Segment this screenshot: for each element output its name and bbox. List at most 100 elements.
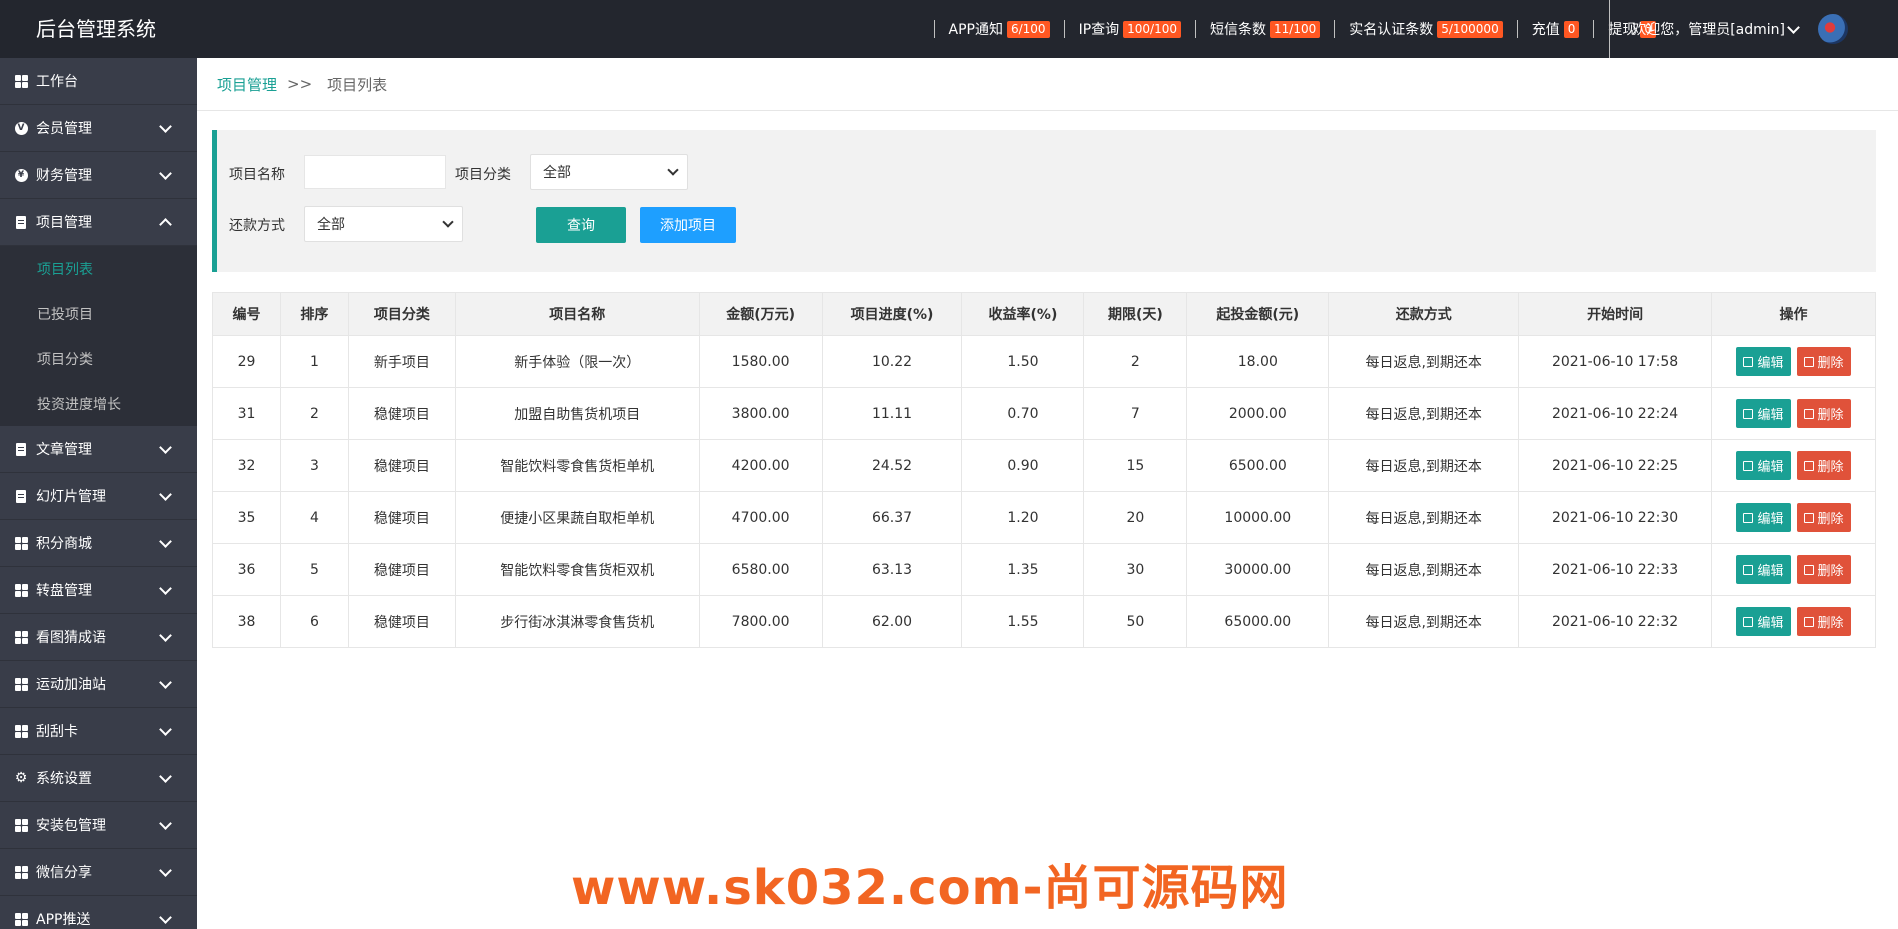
table-cell: 5 <box>279 543 349 596</box>
table-cell: 稳健项目 <box>347 543 456 596</box>
sidebar-item-settings[interactable]: ⚙ 系统设置 <box>0 755 197 802</box>
trash-icon <box>1803 460 1814 471</box>
table-cell: 3800.00 <box>698 387 823 440</box>
breadcrumb-separator: >> <box>287 75 313 93</box>
scratch-card-icon <box>14 724 28 738</box>
table-cell: 3 <box>279 439 349 492</box>
sidebar-subitem-category[interactable]: 项目分类 <box>0 336 197 381</box>
delete-button[interactable]: 删除 <box>1796 555 1851 584</box>
wheel-icon <box>14 583 28 597</box>
table-cell: 2021-06-10 22:30 <box>1518 491 1713 544</box>
slideshow-icon <box>14 489 28 503</box>
stat-sms[interactable]: 短信条数 11/100 <box>1195 20 1334 38</box>
delete-button[interactable]: 删除 <box>1796 451 1851 480</box>
table-cell: 7800.00 <box>698 595 823 648</box>
delete-label: 删除 <box>1817 460 1844 475</box>
column-header: 起投金额(元) <box>1186 292 1330 336</box>
welcome-text: 欢迎您，管理员[admin] <box>1632 22 1785 38</box>
table-cell: 36 <box>212 543 281 596</box>
table-cell: 66.37 <box>821 491 963 544</box>
column-header: 还款方式 <box>1328 292 1520 336</box>
sidebar-item-articles[interactable]: 文章管理 <box>0 426 197 473</box>
column-header: 编号 <box>212 292 281 336</box>
delete-button[interactable]: 删除 <box>1796 503 1851 532</box>
breadcrumb-current: 项目列表 <box>327 75 388 94</box>
sidebar-item-points-mall[interactable]: 积分商城 <box>0 520 197 567</box>
sidebar-item-sport[interactable]: 运动加油站 <box>0 661 197 708</box>
table-cell: 每日返息,到期还本 <box>1328 491 1520 544</box>
table-cell: 稳健项目 <box>347 387 456 440</box>
delete-label: 删除 <box>1817 616 1844 631</box>
stat-ip-query[interactable]: IP查询 100/100 <box>1063 20 1195 38</box>
table-cell: 1580.00 <box>698 335 823 388</box>
edit-button[interactable]: 编辑 <box>1736 555 1791 584</box>
table-cell: 29 <box>212 335 281 388</box>
table-cell: 30000.00 <box>1186 543 1330 596</box>
delete-button[interactable]: 删除 <box>1796 347 1851 376</box>
edit-icon <box>1743 616 1754 627</box>
table-cell: 每日返息,到期还本 <box>1328 335 1520 388</box>
table-cell: 6580.00 <box>698 543 823 596</box>
sidebar-item-label: APP推送 <box>36 912 91 928</box>
edit-button[interactable]: 编辑 <box>1736 503 1791 532</box>
sidebar-item-projects[interactable]: 项目管理 <box>0 199 197 246</box>
sidebar-item-wheel[interactable]: 转盘管理 <box>0 567 197 614</box>
project-name-input[interactable] <box>304 155 446 189</box>
sidebar-subitem-invested[interactable]: 已投项目 <box>0 291 197 336</box>
table-cell: 1.20 <box>961 491 1085 544</box>
edit-button[interactable]: 编辑 <box>1736 399 1791 428</box>
table-cell: 每日返息,到期还本 <box>1328 543 1520 596</box>
stat-badge: 0 <box>1563 20 1580 38</box>
table-cell: 稳健项目 <box>347 491 456 544</box>
sidebar-item-label: 安装包管理 <box>36 818 106 834</box>
table-cell: 2021-06-10 22:24 <box>1518 387 1713 440</box>
project-category-select[interactable]: 全部 <box>530 154 688 190</box>
table-cell: 4700.00 <box>698 491 823 544</box>
table-cell: 加盟自助售货机项目 <box>454 387 700 440</box>
sidebar-item-members[interactable]: V 会员管理 <box>0 105 197 152</box>
package-icon <box>14 818 28 832</box>
table-cell: 便捷小区果蔬自取柜单机 <box>454 491 700 544</box>
sidebar-item-push[interactable]: APP推送 <box>0 896 197 929</box>
sidebar-item-package[interactable]: 安装包管理 <box>0 802 197 849</box>
sidebar-item-wechat[interactable]: 微信分享 <box>0 849 197 896</box>
edit-icon <box>1743 408 1754 419</box>
add-project-button[interactable]: 添加项目 <box>640 207 736 243</box>
table-cell: 1 <box>279 335 349 388</box>
sidebar-item-finance[interactable]: ¥ 财务管理 <box>0 152 197 199</box>
sidebar-item-dashboard[interactable]: 工作台 <box>0 58 197 105</box>
avatar[interactable] <box>1818 14 1848 44</box>
sidebar-item-label: 财务管理 <box>36 168 92 184</box>
edit-button[interactable]: 编辑 <box>1736 451 1791 480</box>
delete-button[interactable]: 删除 <box>1796 399 1851 428</box>
table-cell: 1.35 <box>961 543 1085 596</box>
repay-method-select[interactable]: 全部 <box>304 206 463 242</box>
sidebar-item-slides[interactable]: 幻灯片管理 <box>0 473 197 520</box>
table-cell: 65000.00 <box>1186 595 1330 648</box>
table-cell: 4200.00 <box>698 439 823 492</box>
table-row: 36 5 稳健项目 智能饮料零食售货柜双机 6580.00 63.13 1.35 30 3000… <box>212 543 1876 596</box>
breadcrumb-parent[interactable]: 项目管理 <box>217 74 277 95</box>
sidebar-subitem-project-list[interactable]: 项目列表 <box>0 246 197 291</box>
chevron-down-icon <box>159 770 172 783</box>
table-cell: 智能饮料零食售货柜单机 <box>454 439 700 492</box>
stat-recharge[interactable]: 充值 0 <box>1516 20 1594 38</box>
table-row: 31 2 稳健项目 加盟自助售货机项目 3800.00 11.11 0.70 7 2000.00… <box>212 387 1876 440</box>
table-cell: 2021-06-10 22:33 <box>1518 543 1713 596</box>
stat-app-notify[interactable]: APP通知 6/100 <box>933 20 1064 38</box>
sidebar-item-idiom[interactable]: 看图猜成语 <box>0 614 197 661</box>
sidebar-item-scratch[interactable]: 刮刮卡 <box>0 708 197 755</box>
user-menu[interactable]: 欢迎您，管理员[admin] <box>1609 0 1800 58</box>
delete-button[interactable]: 删除 <box>1796 607 1851 636</box>
edit-button[interactable]: 编辑 <box>1736 347 1791 376</box>
stat-realname[interactable]: 实名认证条数 5/100000 <box>1334 20 1517 38</box>
sidebar-subitem-progress[interactable]: 投资进度增长 <box>0 381 197 426</box>
chevron-down-icon <box>159 723 172 736</box>
table-cell: 2000.00 <box>1186 387 1330 440</box>
article-icon <box>14 442 28 456</box>
points-mall-icon <box>14 536 28 550</box>
search-button[interactable]: 查询 <box>536 207 626 243</box>
column-header: 项目进度(%) <box>821 292 963 336</box>
idiom-icon <box>14 630 28 644</box>
edit-button[interactable]: 编辑 <box>1736 607 1791 636</box>
